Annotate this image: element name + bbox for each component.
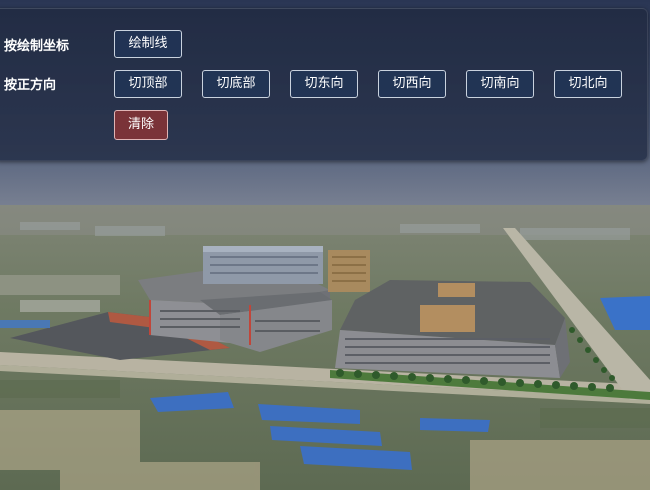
cut-west-button[interactable]: 切西向: [378, 70, 446, 98]
cut-bottom-button[interactable]: 切底部: [202, 70, 270, 98]
draw-line-button[interactable]: 绘制线: [114, 30, 182, 58]
right-factory: [335, 280, 570, 378]
cut-east-button[interactable]: 切东向: [290, 70, 358, 98]
tan-tower: [328, 250, 370, 292]
cut-south-button[interactable]: 切南向: [466, 70, 534, 98]
cut-top-button[interactable]: 切顶部: [114, 70, 182, 98]
cut-north-button[interactable]: 切北向: [554, 70, 622, 98]
office-tower: [203, 246, 323, 284]
draw-coordinates-label: 按绘制坐标: [4, 39, 70, 54]
clear-button[interactable]: 清除: [114, 110, 168, 140]
direction-label: 按正方向: [4, 78, 57, 93]
toolbar-panel: 按绘制坐标 按正方向 绘制线 切顶部 切底部 切东向 切西向 切南向 切北向 清…: [0, 8, 648, 161]
